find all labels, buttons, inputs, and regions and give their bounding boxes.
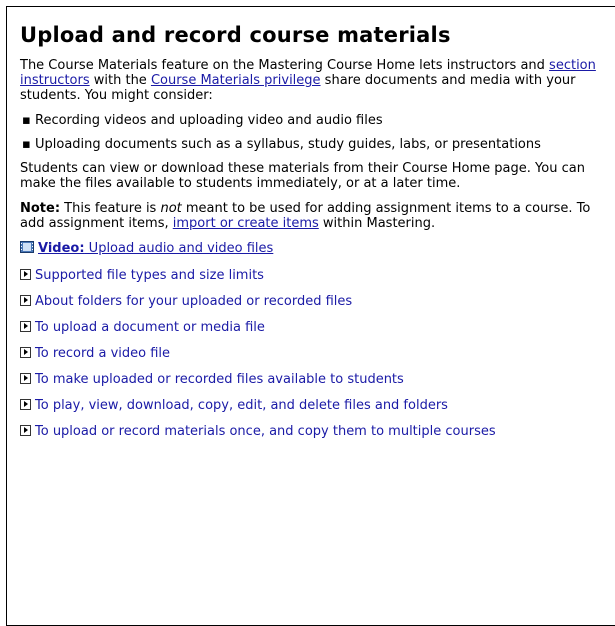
expand-link-text: Supported file types and size limits	[35, 268, 264, 283]
expand-link-folders[interactable]: About folders for your uploaded or recor…	[20, 294, 615, 309]
video-link-text: Upload audio and video files	[84, 241, 274, 256]
expand-link-text: About folders for your uploaded or recor…	[35, 294, 353, 309]
consider-list: ▪ Recording videos and uploading video an…	[20, 113, 615, 152]
expand-arrow-icon	[20, 295, 31, 306]
expand-link-text: To upload a document or media file	[35, 320, 265, 335]
page-title: Upload and record course materials	[20, 23, 451, 47]
expand-link-text: To record a video file	[35, 346, 171, 361]
list-item: ▪ Uploading documents such as a syllabus,…	[20, 137, 615, 152]
intro-paragraph: The Course Materials feature on the Mast…	[20, 58, 615, 103]
expand-link-file-types[interactable]: Supported file types and size limits	[20, 268, 615, 283]
help-article: Upload and record course materials The C…	[20, 22, 615, 450]
expand-link-upload[interactable]: To upload a document or media file	[20, 320, 615, 335]
note-label: Note:	[20, 201, 61, 216]
video-label: Video:	[38, 241, 85, 256]
video-link[interactable]: Video: Upload audio and video files	[20, 241, 615, 256]
film-icon	[20, 241, 34, 253]
expand-link-text: To upload or record materials once, and …	[35, 424, 496, 439]
note-emphasis: not	[160, 201, 182, 216]
course-materials-privilege-link[interactable]: Course Materials privilege	[151, 73, 321, 88]
expand-arrow-icon	[20, 269, 31, 280]
expand-link-record[interactable]: To record a video file	[20, 346, 615, 361]
note-text-1: This feature is	[60, 201, 161, 216]
expand-arrow-icon	[20, 399, 31, 410]
import-or-create-items-link[interactable]: import or create items	[173, 216, 319, 231]
list-item: ▪ Recording videos and uploading video an…	[20, 113, 615, 128]
intro-text-1: The Course Materials feature on the Mast…	[20, 58, 550, 73]
intro-text-2: with the	[89, 73, 151, 88]
expand-arrow-icon	[20, 373, 31, 384]
note-paragraph: Note: This feature is not meant to be us…	[20, 201, 615, 231]
bullet-icon: ▪	[22, 113, 31, 128]
expand-link-manage-files[interactable]: To play, view, download, copy, edit, and…	[20, 398, 615, 413]
expand-link-copy-courses[interactable]: To upload or record materials once, and …	[20, 424, 615, 439]
expand-link-make-available[interactable]: To make uploaded or recorded files avail…	[20, 372, 615, 387]
students-paragraph: Students can view or download these mate…	[20, 161, 585, 191]
bullet-icon: ▪	[22, 137, 31, 152]
expand-arrow-icon	[20, 321, 31, 332]
expand-arrow-icon	[20, 425, 31, 436]
expand-link-text: To play, view, download, copy, edit, and…	[35, 398, 448, 413]
expand-arrow-icon	[20, 347, 31, 358]
expand-link-text: To make uploaded or recorded files avail…	[35, 372, 404, 387]
list-item-text: Recording videos and uploading video and…	[35, 113, 383, 128]
note-text-3: within Mastering.	[318, 216, 436, 231]
list-item-text: Uploading documents such as a syllabus, …	[35, 137, 541, 152]
